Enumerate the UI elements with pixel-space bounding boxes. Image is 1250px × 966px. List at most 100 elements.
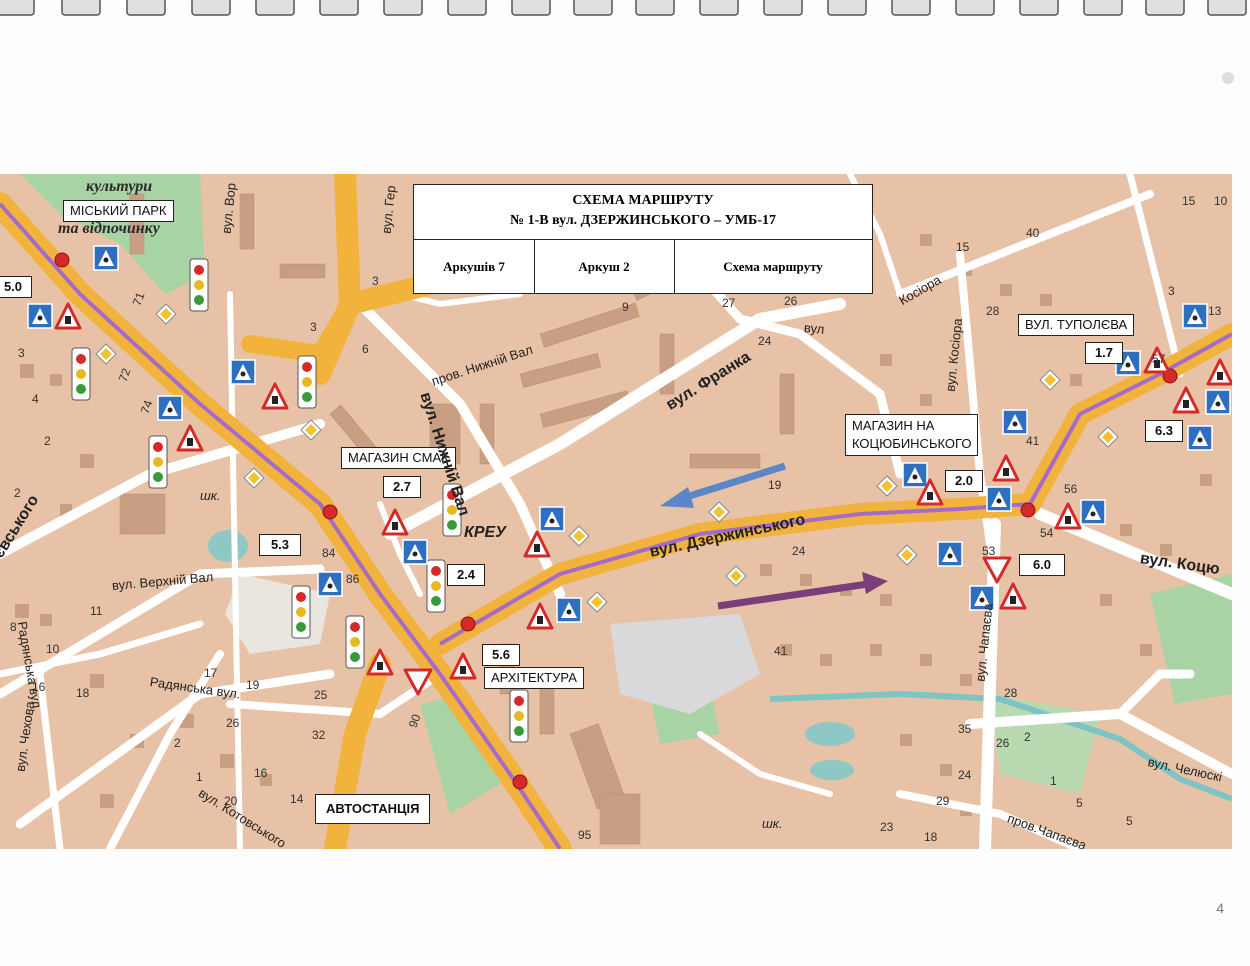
distance-label: 6.3 xyxy=(1145,420,1183,442)
house-number: 86 xyxy=(346,572,360,586)
house-number: 3 xyxy=(310,320,317,334)
house-number: 15 xyxy=(956,240,970,254)
distance-label: 2.4 xyxy=(447,564,485,586)
route-point xyxy=(512,774,528,790)
house-number: 9 xyxy=(622,300,629,314)
house-number: 24 xyxy=(792,544,806,558)
landmark-line: МАГАЗИН НА xyxy=(852,418,935,433)
park-text: культури xyxy=(86,178,153,195)
house-number: 3 xyxy=(1168,284,1175,298)
house-number: 28 xyxy=(1004,686,1018,700)
house-number: 27 xyxy=(722,296,736,310)
landmark-architecture: АРХІТЕКТУРА xyxy=(484,667,584,689)
house-number: 18 xyxy=(924,830,938,844)
street-short: вул xyxy=(803,320,825,337)
house-number: 41 xyxy=(774,644,788,658)
distance-label: 2.0 xyxy=(945,470,983,492)
house-number: 19 xyxy=(246,678,260,692)
house-number: 57 xyxy=(1152,352,1166,366)
page-mark: 4 xyxy=(1216,900,1224,916)
house-number: 2 xyxy=(44,434,51,448)
landmark-bus-station: АВТОСТАНЦІЯ xyxy=(315,794,431,824)
house-number: 17 xyxy=(204,666,218,680)
house-number: 13 xyxy=(1208,304,1222,318)
house-number: 25 xyxy=(314,688,328,702)
route-point xyxy=(1020,502,1036,518)
pond xyxy=(805,722,855,746)
house-number: 2 xyxy=(1024,730,1031,744)
factory-area xyxy=(610,614,760,714)
distance-label: 5.3 xyxy=(259,534,301,556)
house-number: 10 xyxy=(1214,194,1228,208)
route-point xyxy=(460,616,476,632)
route-map: культури та відпочинку СХЕМА МАРШРУТУ № … xyxy=(0,174,1232,849)
school-label: шк. xyxy=(762,816,783,831)
house-number: 53 xyxy=(982,544,996,558)
traffic-light-icon xyxy=(509,689,529,743)
plaza-area xyxy=(225,574,330,654)
sheets-count: Аркушів 7 xyxy=(414,240,535,294)
traffic-light-icon xyxy=(291,585,311,639)
distance-label: 5.6 xyxy=(482,644,520,666)
house-number: 20 xyxy=(224,794,238,808)
landmark-line: КОЦЮБИНСЬКОГО xyxy=(852,436,972,451)
traffic-light-icon xyxy=(148,435,168,489)
sheet-kind: Схема маршруту xyxy=(723,259,823,274)
route-point xyxy=(54,252,70,268)
house-number: 19 xyxy=(768,478,782,492)
house-number: 40 xyxy=(1026,226,1040,240)
house-number: 3 xyxy=(372,274,379,288)
house-number: 18 xyxy=(76,686,90,700)
arrow-blue-icon xyxy=(660,462,787,508)
house-number: 95 xyxy=(578,828,592,842)
house-number: 16 xyxy=(254,766,268,780)
house-number: 32 xyxy=(312,728,326,742)
ring-binding xyxy=(0,0,1247,16)
house-number: 23 xyxy=(880,820,894,834)
house-number: 4 xyxy=(32,392,39,406)
landmark-kotsiubynskoho: МАГАЗИН НА КОЦЮБИНСЬКОГО xyxy=(845,414,979,456)
traffic-light-icon xyxy=(189,258,209,312)
punch-hole xyxy=(1222,72,1234,84)
distance-label: 5.0 xyxy=(0,276,32,298)
house-number: 24 xyxy=(958,768,972,782)
landmark-park: МІСЬКИЙ ПАРК xyxy=(63,200,174,222)
house-number: 26 xyxy=(996,736,1010,750)
traffic-light-icon xyxy=(426,559,446,613)
house-number: 28 xyxy=(986,304,1000,318)
house-number: 10 xyxy=(46,642,60,656)
house-number: 15 xyxy=(1182,194,1196,208)
house-number: 6 xyxy=(362,342,369,356)
sheet-number: Аркуш 2 xyxy=(534,240,675,294)
title-block: СХЕМА МАРШРУТУ № 1-В вул. ДЗЕРЖИНСЬКОГО … xyxy=(413,184,873,294)
house-number: 35 xyxy=(958,722,972,736)
distance-label: 2.7 xyxy=(383,476,421,498)
traffic-light-icon xyxy=(297,355,317,409)
park-text: та відпочинку xyxy=(58,220,160,237)
distance-label: 6.0 xyxy=(1019,554,1065,576)
pond xyxy=(810,760,854,780)
house-number: 24 xyxy=(758,334,772,348)
kreu-label: КРЕУ xyxy=(464,524,507,541)
traffic-light-icon xyxy=(71,347,91,401)
house-number: 2 xyxy=(14,486,21,500)
house-number: 29 xyxy=(936,794,950,808)
title-line-1: СХЕМА МАРШРУТУ xyxy=(572,193,714,208)
house-number: 5 xyxy=(1126,814,1133,828)
house-number: 16 xyxy=(32,680,46,694)
house-number: 14 xyxy=(290,792,304,806)
house-number: 2 xyxy=(174,736,181,750)
house-number: 26 xyxy=(226,716,240,730)
school-label: шк. xyxy=(200,488,221,503)
landmark-tupoleva: ВУЛ. ТУПОЛЄВА xyxy=(1018,314,1135,336)
house-number: 54 xyxy=(1040,526,1054,540)
route-point xyxy=(322,504,338,520)
house-number: 3 xyxy=(18,346,25,360)
traffic-light-icon xyxy=(345,615,365,669)
house-number: 26 xyxy=(784,294,798,308)
house-number: 1 xyxy=(196,770,203,784)
house-number: 84 xyxy=(322,546,336,560)
house-number: 41 xyxy=(1026,434,1040,448)
house-number: 5 xyxy=(1076,796,1083,810)
house-number: 11 xyxy=(90,604,103,618)
